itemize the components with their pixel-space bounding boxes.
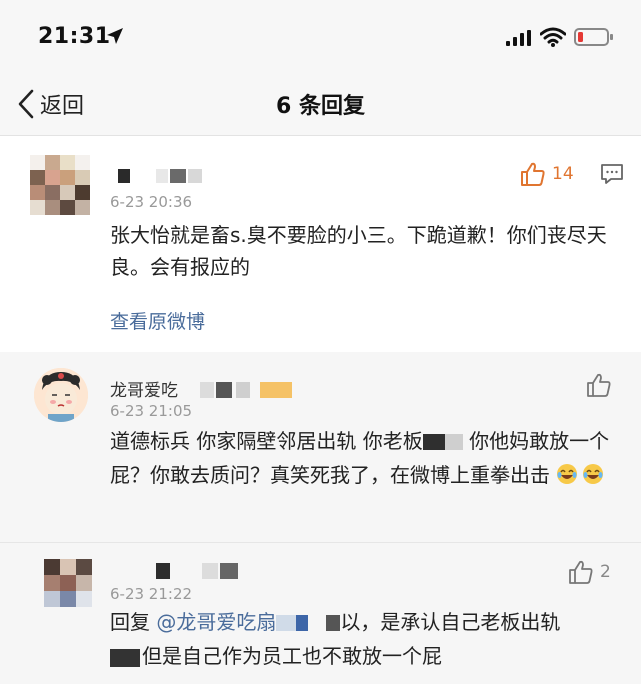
status-bar: 21:31 bbox=[0, 0, 641, 72]
signal-icon bbox=[506, 30, 531, 46]
reply-text-part: 道德标兵 你家隔壁邻居出轨 你老板 bbox=[110, 429, 423, 453]
reply-time: 6-23 21:22 bbox=[110, 585, 193, 603]
nav-bar: 返回 6 条回复 bbox=[0, 72, 641, 136]
username-redacted bbox=[156, 563, 256, 579]
laughing-crying-emoji bbox=[557, 464, 578, 484]
username-redacted bbox=[200, 382, 300, 398]
username-redacted bbox=[118, 169, 208, 183]
avatar[interactable] bbox=[34, 368, 88, 422]
location-arrow-icon bbox=[107, 28, 123, 44]
wifi-icon bbox=[540, 27, 566, 47]
like-count: 14 bbox=[552, 164, 574, 184]
replies-list: 龙哥爱吃 6-23 21:05 道德标兵 你家隔壁邻居出轨 你老板 你他妈敢放一… bbox=[0, 352, 641, 684]
avatar[interactable] bbox=[44, 559, 92, 607]
comment-icon[interactable] bbox=[600, 163, 624, 185]
comment-time: 6-23 20:36 bbox=[110, 193, 193, 211]
reply-time: 6-23 21:05 bbox=[110, 402, 193, 420]
reply-text-part: 以，是承认自己老板出轨 bbox=[340, 610, 561, 634]
redacted-block bbox=[110, 649, 140, 667]
redacted-block bbox=[422, 434, 463, 450]
thumbs-up-icon bbox=[521, 162, 545, 186]
reply-username[interactable]: 龙哥爱吃 bbox=[110, 376, 178, 401]
mention-link[interactable]: @龙哥爱吃扇 bbox=[156, 610, 276, 634]
status-time: 21:31 bbox=[38, 24, 111, 49]
battery-low-icon bbox=[574, 28, 613, 46]
thumbs-up-icon[interactable] bbox=[586, 372, 612, 398]
reply-item: 6-23 21:22 2 回复 @龙哥爱吃扇 以，是承认自己老板出轨 但是自己作为… bbox=[0, 542, 641, 684]
like-count: 2 bbox=[600, 562, 611, 582]
thumbs-up-icon bbox=[569, 560, 593, 584]
view-original-weibo-link[interactable]: 查看原微博 bbox=[110, 307, 205, 334]
page-title: 6 条回复 bbox=[276, 94, 365, 119]
like-button[interactable]: 14 bbox=[520, 161, 574, 187]
reply-text-part: 但是自己作为员工也不敢放一个屁 bbox=[142, 644, 442, 668]
redacted-block bbox=[326, 615, 341, 631]
reply-text: 道德标兵 你家隔壁邻居出轨 你老板 你他妈敢放一个屁？你敢去质问？真笑死我了，在… bbox=[110, 424, 610, 492]
cartoon-avatar-icon bbox=[34, 368, 88, 422]
redacted-block bbox=[276, 615, 317, 631]
reply-item: 龙哥爱吃 6-23 21:05 道德标兵 你家隔壁邻居出轨 你老板 你他妈敢放一… bbox=[0, 352, 641, 542]
comment-text: 张大怡就是畜s.臭不要脸的小三。下跪道歉！你们丧尽天良。会有报应的 bbox=[110, 223, 607, 279]
reply-text: 回复 @龙哥爱吃扇 以，是承认自己老板出轨 但是自己作为员工也不敢放一个屁 bbox=[110, 605, 620, 673]
like-button[interactable]: 2 bbox=[568, 559, 611, 585]
avatar[interactable] bbox=[30, 155, 90, 215]
main-comment: 6-23 20:36 14 张大怡就是畜s.臭不要脸的小三。下跪道歉！你们丧尽天… bbox=[0, 137, 641, 352]
reply-prefix: 回复 bbox=[110, 610, 150, 634]
laughing-crying-emoji bbox=[583, 464, 604, 484]
